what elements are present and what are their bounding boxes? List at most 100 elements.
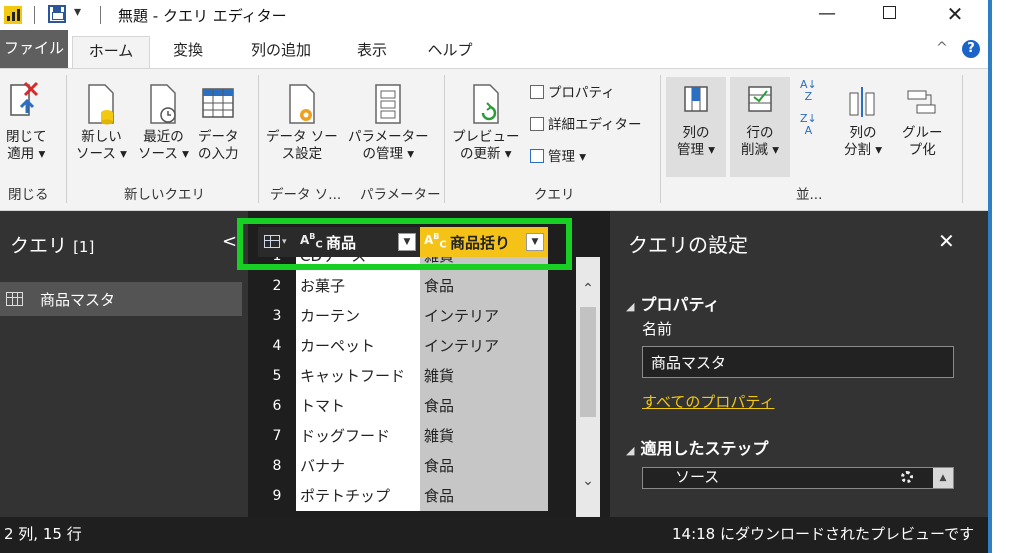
cell-product[interactable]: ポテトチップ (296, 481, 420, 511)
close-apply-icon (9, 79, 43, 125)
table-row[interactable]: 9 ポテトチップ 食品 (258, 481, 548, 511)
scroll-thumb[interactable] (580, 307, 596, 417)
table-row[interactable]: 8 バナナ 食品 (258, 451, 548, 481)
cell-category[interactable]: 食品 (420, 481, 548, 511)
new-source-button[interactable]: 新しい ソース ▾ (76, 83, 127, 163)
manage-parameters-button[interactable]: パラメーター の管理 ▾ (348, 83, 429, 163)
table-row[interactable]: 7 ドッグフード 雑貨 (258, 421, 548, 451)
tab-view[interactable]: 表示 (344, 36, 400, 68)
query-item[interactable]: 商品マスタ (0, 282, 242, 316)
grid-vertical-scrollbar[interactable]: ⌃ ⌄ (576, 257, 600, 517)
ribbon-tabs: ファイル ホーム 変換 列の追加 表示 ヘルプ ^ ? (0, 30, 988, 68)
manage-button[interactable]: 管理 ▾ (530, 145, 586, 165)
queries-title-label: クエリ (10, 235, 68, 257)
choose-columns-button[interactable]: 列の 管理 ▾ (668, 83, 724, 159)
group-label-parameters: パラメーター (360, 187, 441, 203)
group-label-query: クエリ (534, 187, 575, 203)
split-column-icon (846, 83, 880, 121)
properties-section-label: プロパティ (640, 295, 720, 314)
group-label-data-sources: データ ソ... (270, 187, 342, 203)
cell-category[interactable]: 食品 (420, 451, 548, 481)
properties-section-header[interactable]: ◢ プロパティ (626, 291, 720, 315)
background-window-edge (988, 0, 1024, 553)
scroll-up-icon[interactable]: ⌃ (576, 277, 600, 301)
table-row[interactable]: 4 カーペット インテリア (258, 331, 548, 361)
row-number: 7 (258, 421, 296, 451)
cell-product[interactable]: キャットフード (296, 361, 420, 391)
step-settings-gear-icon[interactable] (901, 471, 913, 483)
recent-sources-icon (148, 83, 178, 125)
save-icon[interactable] (48, 5, 66, 23)
recent-sources-label-1: 最近の (143, 129, 184, 145)
properties-button[interactable]: プロパティ (530, 81, 615, 101)
cell-product[interactable]: カーテン (296, 301, 420, 331)
applied-steps-section-label: 適用したステップ (640, 439, 769, 458)
cell-product[interactable]: ドッグフード (296, 421, 420, 451)
cell-product[interactable]: お菓子 (296, 271, 420, 301)
refresh-preview-button[interactable]: プレビュー の更新 ▾ (452, 83, 520, 163)
cell-product[interactable]: カーペット (296, 331, 420, 361)
tab-home[interactable]: ホーム (72, 36, 150, 68)
reduce-rows-button[interactable]: 行の 削減 ▾ (732, 83, 788, 159)
applied-steps-list: ソース ▲ (642, 467, 954, 489)
minimize-button[interactable]: — (804, 0, 850, 30)
group-by-icon (905, 83, 939, 121)
query-name-input[interactable] (642, 346, 954, 378)
enter-data-button[interactable]: データ の入力 (198, 83, 239, 163)
sort-descending-button[interactable]: Z↓ A (800, 113, 817, 137)
table-row[interactable]: 2 お菓子 食品 (258, 271, 548, 301)
cell-category[interactable]: インテリア (420, 331, 548, 361)
reduce-rows-label-2: 削減 ▾ (740, 142, 780, 158)
status-preview-downloaded: 14:18 にダウンロードされたプレビューです (672, 525, 975, 543)
recent-sources-label-2: ソース ▾ (138, 146, 189, 162)
scroll-down-icon[interactable]: ⌄ (576, 469, 600, 493)
data-source-settings-label-2: ス設定 (281, 146, 323, 162)
table-row[interactable]: 5 キャットフード 雑貨 (258, 361, 548, 391)
steps-scrollbar[interactable]: ▲ (933, 468, 953, 488)
cell-category[interactable]: 雑貨 (420, 421, 548, 451)
applied-step-item[interactable]: ソース (675, 468, 719, 488)
row-number: 2 (258, 271, 296, 301)
quick-access-dropdown[interactable]: ▾ (74, 4, 81, 20)
ribbon-collapse-button[interactable]: ^ (936, 40, 948, 56)
advanced-editor-button[interactable]: 詳細エディター (530, 113, 642, 133)
applied-steps-section-header[interactable]: ◢ 適用したステップ (626, 435, 768, 459)
close-window-button[interactable]: ✕ (932, 0, 978, 30)
row-number: 3 (258, 301, 296, 331)
title-separator (34, 6, 35, 24)
cell-category[interactable]: 食品 (420, 391, 548, 421)
tab-help[interactable]: ヘルプ (418, 36, 482, 68)
all-properties-link[interactable]: すべてのプロパティ (642, 391, 774, 412)
properties-label: プロパティ (548, 85, 615, 101)
cell-product[interactable]: バナナ (296, 451, 420, 481)
cell-category[interactable]: 食品 (420, 271, 548, 301)
column-headers-highlight (237, 218, 572, 270)
refresh-preview-label-1: プレビュー (452, 129, 520, 145)
table-row[interactable]: 6 トマト 食品 (258, 391, 548, 421)
split-column-button[interactable]: 列の 分割 ▾ (844, 83, 882, 159)
data-source-settings-button[interactable]: データ ソー ス設定 (266, 83, 338, 163)
group-label-sort: 並... (796, 187, 823, 203)
close-settings-button[interactable]: ✕ (938, 229, 955, 253)
queries-pane-title: クエリ [1] (10, 231, 94, 258)
new-source-icon (86, 83, 116, 125)
group-separator (444, 75, 445, 203)
close-apply-label-2: 適用 ▾ (7, 146, 46, 162)
sort-ascending-button[interactable]: A↓ Z (800, 79, 817, 103)
close-apply-button[interactable]: 閉じて 適用 ▾ (6, 79, 47, 163)
cell-category[interactable]: インテリア (420, 301, 548, 331)
sort-descending-icon: Z↓ A (800, 112, 817, 137)
group-by-button[interactable]: グルー プ化 (902, 83, 943, 159)
maximize-button[interactable] (866, 0, 912, 30)
help-icon[interactable]: ? (962, 40, 980, 58)
row-number: 6 (258, 391, 296, 421)
cell-product[interactable]: トマト (296, 391, 420, 421)
cell-category[interactable]: 雑貨 (420, 361, 548, 391)
data-source-settings-label-1: データ ソー (266, 129, 338, 145)
tab-transform[interactable]: 変換 (160, 36, 216, 68)
tab-file[interactable]: ファイル (0, 30, 68, 68)
tab-add-column[interactable]: 列の追加 (236, 36, 326, 68)
table-row[interactable]: 3 カーテン インテリア (258, 301, 548, 331)
queries-collapse-button[interactable]: < (222, 231, 237, 252)
recent-sources-button[interactable]: 最近の ソース ▾ (138, 83, 189, 163)
